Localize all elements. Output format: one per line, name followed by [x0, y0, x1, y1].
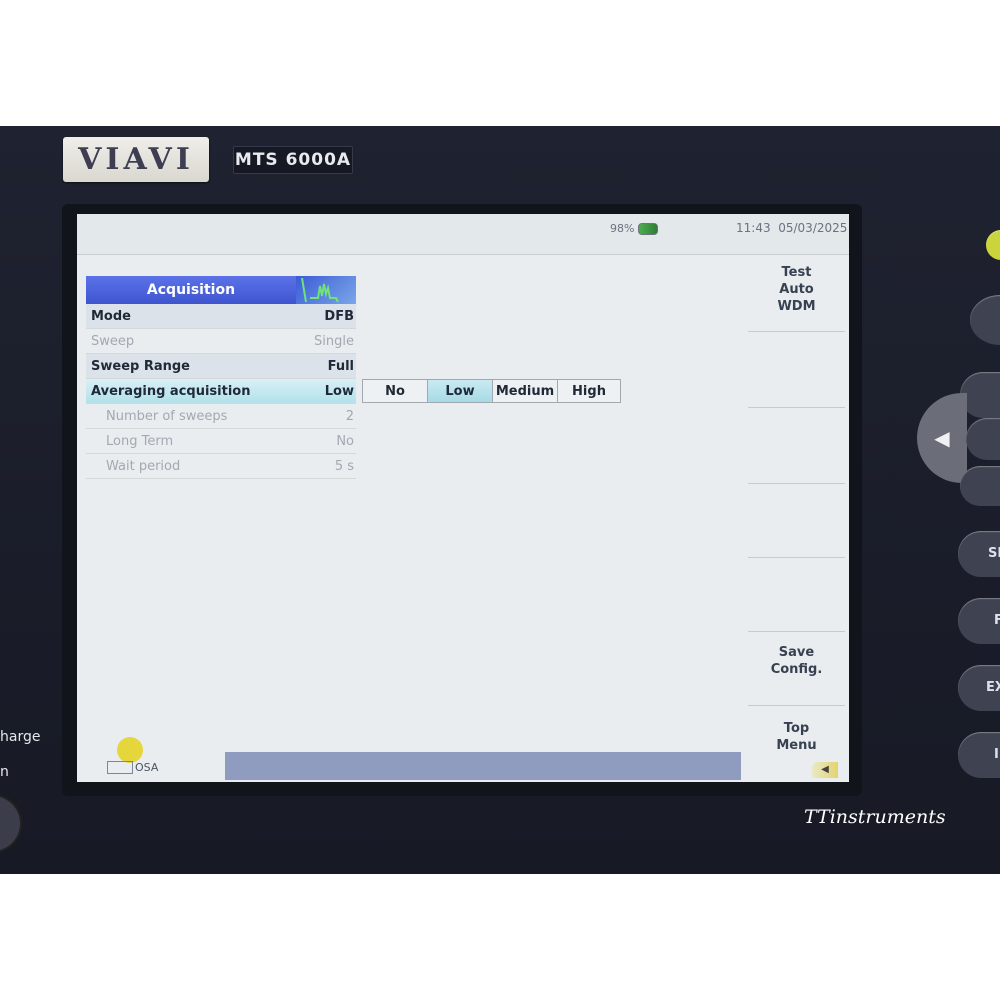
brand-logo: VIAVI	[63, 137, 209, 182]
osa-tab[interactable]: OSA	[107, 761, 158, 774]
setting-value: 5 s	[334, 458, 354, 474]
hardware-button-f[interactable]: F	[958, 598, 1000, 644]
softkey-label: Config.	[770, 662, 823, 677]
setting-label: Number of sweeps	[106, 408, 228, 424]
setting-row[interactable]: Mode DFB	[86, 304, 356, 329]
setting-value: Low	[324, 383, 354, 399]
softkey-label: Top	[783, 721, 810, 736]
watermark: TTinstruments	[804, 806, 946, 828]
side-label-on: n	[0, 764, 9, 780]
side-label-charge: harge	[0, 729, 41, 745]
option-high[interactable]: High	[557, 379, 621, 403]
option-no[interactable]: No	[362, 379, 428, 403]
softkey-label: Save	[778, 645, 815, 660]
softkey-2[interactable]	[748, 332, 845, 408]
arrow-left-icon: ◀	[934, 426, 950, 450]
nav-center-button[interactable]	[966, 418, 1000, 460]
setting-value: DFB	[324, 308, 354, 324]
setting-value: Full	[327, 358, 354, 374]
setting-value: No	[336, 433, 354, 449]
model-label: MTS 6000A	[233, 146, 353, 174]
softkey-test-auto-wdm[interactable]: Test Auto WDM	[748, 256, 845, 332]
softkey-label: Auto	[779, 282, 814, 297]
date: 05/03/2025	[778, 221, 848, 235]
setting-row: Sweep Single	[86, 329, 356, 354]
softkey-column: Test Auto WDM Save Config. Top Menu	[748, 256, 845, 782]
setting-label: Sweep	[91, 333, 135, 349]
setting-label: Sweep Range	[91, 358, 190, 374]
softkey-label: Menu	[776, 738, 817, 753]
touch-indicator-icon	[117, 737, 143, 763]
softkey-label: WDM	[777, 299, 816, 314]
time: 11:43	[736, 221, 771, 235]
setting-value: Single	[314, 333, 354, 349]
screen: 98% 11:43 05/03/2025 Acquisition Mode DFB…	[77, 214, 849, 782]
setting-label: Long Term	[106, 433, 174, 449]
battery-percent: 98%	[610, 222, 635, 235]
acquisition-panel: Acquisition Mode DFB Sweep Single Sweep Rang…	[86, 276, 356, 479]
hardware-label-se: SE	[988, 546, 1000, 561]
hardware-button-ex[interactable]: EX	[958, 665, 1000, 711]
softkey-save-config[interactable]: Save Config.	[748, 632, 845, 706]
option-medium[interactable]: Medium	[492, 379, 558, 403]
softkey-4[interactable]	[748, 484, 845, 558]
bottom-bar	[225, 752, 741, 780]
softkey-3[interactable]	[748, 408, 845, 484]
osa-trace-icon	[107, 761, 133, 774]
clock: 11:43 05/03/2025	[736, 221, 847, 235]
nav-down-button[interactable]	[960, 466, 1000, 506]
hardware-label-ex: EX	[986, 680, 1000, 695]
back-arrow-icon[interactable]: ◀	[812, 762, 838, 778]
battery-icon	[638, 223, 658, 235]
hardware-button-se[interactable]: SE	[958, 531, 1000, 577]
setting-row: Wait period 5 s	[86, 454, 356, 479]
osa-tab-label: OSA	[135, 761, 159, 774]
setting-value: 2	[345, 408, 354, 424]
hardware-label-i: I	[994, 747, 999, 762]
status-bar: 98% 11:43 05/03/2025	[77, 214, 849, 255]
spectrum-icon	[296, 276, 356, 304]
setting-row[interactable]: Sweep Range Full	[86, 354, 356, 379]
setting-row[interactable]: Averaging acquisition Low	[86, 379, 356, 404]
softkey-5[interactable]	[748, 558, 845, 632]
option-low[interactable]: Low	[427, 379, 493, 403]
hardware-label-f: F	[994, 613, 1000, 628]
setting-label: Wait period	[106, 458, 181, 474]
setting-row: Long Term No	[86, 429, 356, 454]
panel-title: Acquisition	[146, 282, 236, 298]
averaging-options: No Low Medium High	[362, 379, 621, 403]
hardware-button-i[interactable]: I	[958, 732, 1000, 778]
setting-row: Number of sweeps 2	[86, 404, 356, 429]
panel-header: Acquisition	[86, 276, 356, 304]
setting-label: Mode	[91, 308, 131, 324]
setting-label: Averaging acquisition	[91, 383, 251, 399]
softkey-label: Test	[781, 265, 812, 280]
